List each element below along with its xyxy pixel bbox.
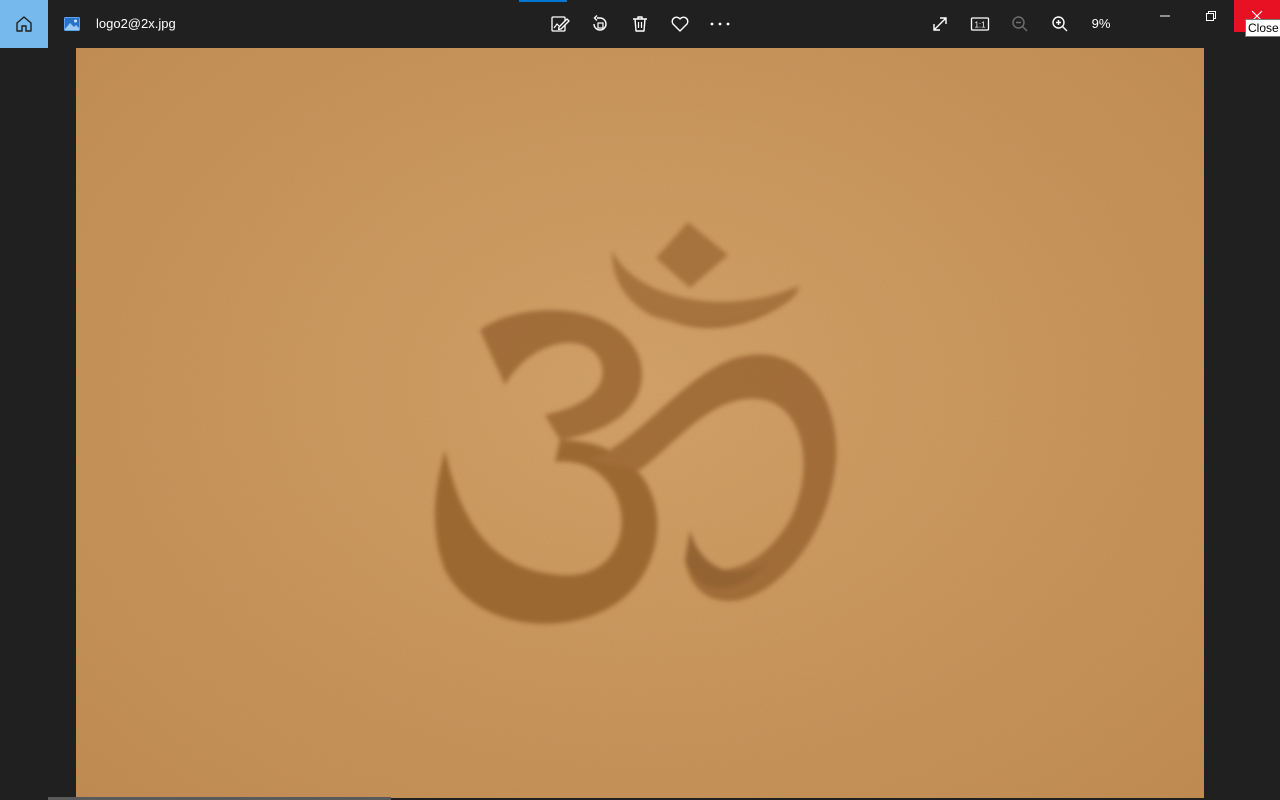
- restore-button[interactable]: [1188, 0, 1234, 32]
- more-options-icon: [710, 22, 730, 26]
- favorite-icon: [671, 16, 689, 32]
- rotate-icon: [593, 15, 607, 31]
- restore-icon: [1206, 11, 1216, 21]
- zoom-level[interactable]: 9%: [1086, 15, 1116, 33]
- delete-icon: [633, 16, 647, 32]
- edit-image-button[interactable]: [544, 8, 576, 40]
- zoom-out-button[interactable]: [1004, 8, 1036, 40]
- tab-indicator: [519, 0, 567, 2]
- title-bar: logo2@2x.jpg 1:1 9% Close: [0, 0, 1280, 48]
- zoom-in-button[interactable]: [1044, 8, 1076, 40]
- zoom-in-icon: [1052, 16, 1068, 32]
- actual-size-label: 1:1: [974, 21, 986, 30]
- full-screen-button[interactable]: [924, 8, 956, 40]
- favorite-button[interactable]: [664, 8, 696, 40]
- minimize-button[interactable]: [1142, 0, 1188, 32]
- image-file-icon: [64, 17, 80, 31]
- zoom-out-icon: [1012, 16, 1028, 32]
- delete-button[interactable]: [624, 8, 656, 40]
- home-button[interactable]: [0, 0, 48, 48]
- home-icon: [16, 16, 32, 32]
- minimize-icon: [1160, 15, 1170, 17]
- more-options-button[interactable]: [704, 8, 736, 40]
- file-name: logo2@2x.jpg: [96, 16, 176, 31]
- actual-size-icon: 1:1: [970, 17, 990, 31]
- close-tooltip: Close: [1245, 19, 1280, 37]
- om-symbol-sand-drawing: [76, 48, 1204, 798]
- actual-size-button[interactable]: 1:1: [964, 8, 996, 40]
- rotate-button[interactable]: [584, 8, 616, 40]
- full-screen-icon: [933, 17, 947, 31]
- photo[interactable]: [76, 48, 1204, 798]
- edit-image-icon: [551, 16, 570, 32]
